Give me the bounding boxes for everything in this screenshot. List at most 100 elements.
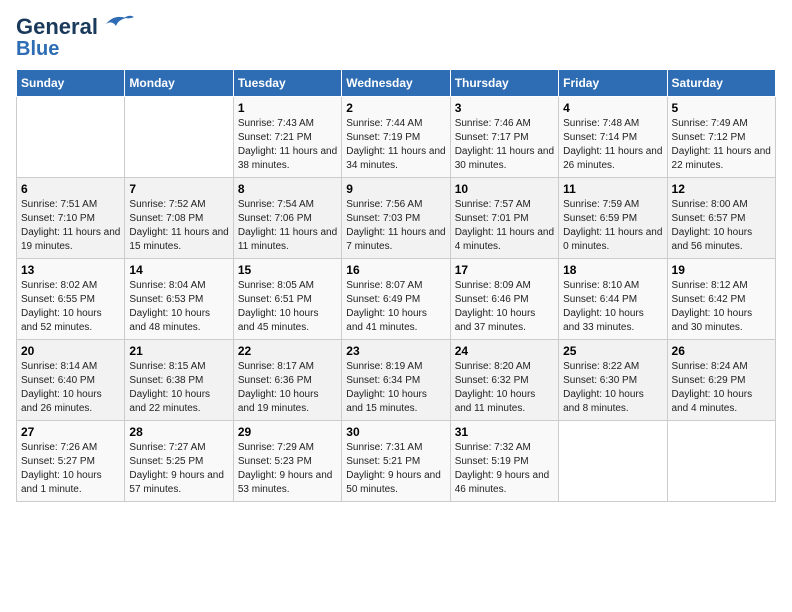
- sunset-text: Sunset: 6:46 PM: [455, 294, 529, 305]
- day-number: 26: [672, 344, 771, 358]
- sunset-text: Sunset: 5:27 PM: [21, 456, 95, 467]
- daylight-text: Daylight: 10 hours and 22 minutes.: [129, 389, 210, 414]
- sunset-text: Sunset: 6:51 PM: [238, 294, 312, 305]
- sunset-text: Sunset: 6:55 PM: [21, 294, 95, 305]
- calendar-cell: 9 Sunrise: 7:56 AM Sunset: 7:03 PM Dayli…: [342, 178, 450, 259]
- day-number: 7: [129, 182, 228, 196]
- daylight-text: Daylight: 10 hours and 41 minutes.: [346, 308, 427, 333]
- day-info: Sunrise: 7:51 AM Sunset: 7:10 PM Dayligh…: [21, 198, 120, 254]
- sunset-text: Sunset: 5:23 PM: [238, 456, 312, 467]
- calendar-cell: 28 Sunrise: 7:27 AM Sunset: 5:25 PM Dayl…: [125, 421, 233, 502]
- sunset-text: Sunset: 6:59 PM: [563, 213, 637, 224]
- calendar-cell: 10 Sunrise: 7:57 AM Sunset: 7:01 PM Dayl…: [450, 178, 558, 259]
- day-number: 31: [455, 425, 554, 439]
- sunrise-text: Sunrise: 7:59 AM: [563, 199, 639, 210]
- daylight-text: Daylight: 10 hours and 48 minutes.: [129, 308, 210, 333]
- daylight-text: Daylight: 9 hours and 53 minutes.: [238, 470, 333, 495]
- calendar-cell: 22 Sunrise: 8:17 AM Sunset: 6:36 PM Dayl…: [233, 340, 341, 421]
- calendar-cell: [559, 421, 667, 502]
- day-number: 1: [238, 101, 337, 115]
- calendar-cell: 14 Sunrise: 8:04 AM Sunset: 6:53 PM Dayl…: [125, 259, 233, 340]
- daylight-text: Daylight: 10 hours and 56 minutes.: [672, 227, 753, 252]
- sunset-text: Sunset: 7:01 PM: [455, 213, 529, 224]
- day-info: Sunrise: 7:32 AM Sunset: 5:19 PM Dayligh…: [455, 441, 554, 497]
- day-number: 9: [346, 182, 445, 196]
- daylight-text: Daylight: 10 hours and 52 minutes.: [21, 308, 102, 333]
- calendar-cell: 5 Sunrise: 7:49 AM Sunset: 7:12 PM Dayli…: [667, 97, 775, 178]
- calendar-cell: 11 Sunrise: 7:59 AM Sunset: 6:59 PM Dayl…: [559, 178, 667, 259]
- calendar-cell: 13 Sunrise: 8:02 AM Sunset: 6:55 PM Dayl…: [17, 259, 125, 340]
- calendar-cell: 26 Sunrise: 8:24 AM Sunset: 6:29 PM Dayl…: [667, 340, 775, 421]
- day-info: Sunrise: 7:52 AM Sunset: 7:08 PM Dayligh…: [129, 198, 228, 254]
- calendar-week-4: 20 Sunrise: 8:14 AM Sunset: 6:40 PM Dayl…: [17, 340, 776, 421]
- sunrise-text: Sunrise: 8:19 AM: [346, 361, 422, 372]
- daylight-text: Daylight: 11 hours and 15 minutes.: [129, 227, 228, 252]
- day-number: 25: [563, 344, 662, 358]
- day-number: 19: [672, 263, 771, 277]
- sunrise-text: Sunrise: 7:32 AM: [455, 442, 531, 453]
- day-info: Sunrise: 7:48 AM Sunset: 7:14 PM Dayligh…: [563, 117, 662, 173]
- daylight-text: Daylight: 10 hours and 33 minutes.: [563, 308, 644, 333]
- calendar-week-2: 6 Sunrise: 7:51 AM Sunset: 7:10 PM Dayli…: [17, 178, 776, 259]
- day-info: Sunrise: 8:02 AM Sunset: 6:55 PM Dayligh…: [21, 279, 120, 335]
- day-info: Sunrise: 8:19 AM Sunset: 6:34 PM Dayligh…: [346, 360, 445, 416]
- calendar-cell: 25 Sunrise: 8:22 AM Sunset: 6:30 PM Dayl…: [559, 340, 667, 421]
- day-number: 12: [672, 182, 771, 196]
- day-info: Sunrise: 7:31 AM Sunset: 5:21 PM Dayligh…: [346, 441, 445, 497]
- header-cell-friday: Friday: [559, 70, 667, 97]
- calendar-cell: 18 Sunrise: 8:10 AM Sunset: 6:44 PM Dayl…: [559, 259, 667, 340]
- day-number: 10: [455, 182, 554, 196]
- day-info: Sunrise: 8:04 AM Sunset: 6:53 PM Dayligh…: [129, 279, 228, 335]
- day-info: Sunrise: 7:56 AM Sunset: 7:03 PM Dayligh…: [346, 198, 445, 254]
- day-info: Sunrise: 7:54 AM Sunset: 7:06 PM Dayligh…: [238, 198, 337, 254]
- day-number: 27: [21, 425, 120, 439]
- day-number: 8: [238, 182, 337, 196]
- day-info: Sunrise: 8:09 AM Sunset: 6:46 PM Dayligh…: [455, 279, 554, 335]
- sunset-text: Sunset: 6:30 PM: [563, 375, 637, 386]
- daylight-text: Daylight: 9 hours and 50 minutes.: [346, 470, 441, 495]
- daylight-text: Daylight: 10 hours and 30 minutes.: [672, 308, 753, 333]
- day-info: Sunrise: 8:15 AM Sunset: 6:38 PM Dayligh…: [129, 360, 228, 416]
- header-cell-tuesday: Tuesday: [233, 70, 341, 97]
- sunrise-text: Sunrise: 8:05 AM: [238, 280, 314, 291]
- day-info: Sunrise: 8:24 AM Sunset: 6:29 PM Dayligh…: [672, 360, 771, 416]
- sunset-text: Sunset: 6:34 PM: [346, 375, 420, 386]
- day-number: 13: [21, 263, 120, 277]
- day-number: 4: [563, 101, 662, 115]
- day-number: 17: [455, 263, 554, 277]
- sunset-text: Sunset: 7:08 PM: [129, 213, 203, 224]
- sunset-text: Sunset: 7:17 PM: [455, 132, 529, 143]
- daylight-text: Daylight: 11 hours and 11 minutes.: [238, 227, 337, 252]
- day-number: 29: [238, 425, 337, 439]
- sunrise-text: Sunrise: 8:20 AM: [455, 361, 531, 372]
- sunset-text: Sunset: 6:40 PM: [21, 375, 95, 386]
- calendar-cell: 2 Sunrise: 7:44 AM Sunset: 7:19 PM Dayli…: [342, 97, 450, 178]
- calendar-cell: [17, 97, 125, 178]
- day-number: 23: [346, 344, 445, 358]
- day-info: Sunrise: 8:14 AM Sunset: 6:40 PM Dayligh…: [21, 360, 120, 416]
- sunrise-text: Sunrise: 8:04 AM: [129, 280, 205, 291]
- day-number: 14: [129, 263, 228, 277]
- sunset-text: Sunset: 6:57 PM: [672, 213, 746, 224]
- calendar-cell: 19 Sunrise: 8:12 AM Sunset: 6:42 PM Dayl…: [667, 259, 775, 340]
- day-info: Sunrise: 7:44 AM Sunset: 7:19 PM Dayligh…: [346, 117, 445, 173]
- day-info: Sunrise: 7:46 AM Sunset: 7:17 PM Dayligh…: [455, 117, 554, 173]
- day-info: Sunrise: 8:17 AM Sunset: 6:36 PM Dayligh…: [238, 360, 337, 416]
- daylight-text: Daylight: 11 hours and 19 minutes.: [21, 227, 120, 252]
- sunrise-text: Sunrise: 7:48 AM: [563, 118, 639, 129]
- daylight-text: Daylight: 10 hours and 26 minutes.: [21, 389, 102, 414]
- sunrise-text: Sunrise: 7:46 AM: [455, 118, 531, 129]
- calendar-cell: 15 Sunrise: 8:05 AM Sunset: 6:51 PM Dayl…: [233, 259, 341, 340]
- calendar-cell: 21 Sunrise: 8:15 AM Sunset: 6:38 PM Dayl…: [125, 340, 233, 421]
- calendar-cell: 1 Sunrise: 7:43 AM Sunset: 7:21 PM Dayli…: [233, 97, 341, 178]
- day-info: Sunrise: 8:22 AM Sunset: 6:30 PM Dayligh…: [563, 360, 662, 416]
- calendar-cell: 3 Sunrise: 7:46 AM Sunset: 7:17 PM Dayli…: [450, 97, 558, 178]
- calendar-cell: 6 Sunrise: 7:51 AM Sunset: 7:10 PM Dayli…: [17, 178, 125, 259]
- day-info: Sunrise: 7:59 AM Sunset: 6:59 PM Dayligh…: [563, 198, 662, 254]
- day-number: 6: [21, 182, 120, 196]
- daylight-text: Daylight: 10 hours and 15 minutes.: [346, 389, 427, 414]
- logo-blue-text: Blue: [16, 39, 59, 59]
- sunset-text: Sunset: 6:36 PM: [238, 375, 312, 386]
- logo-bird-icon: [96, 12, 134, 34]
- daylight-text: Daylight: 10 hours and 45 minutes.: [238, 308, 319, 333]
